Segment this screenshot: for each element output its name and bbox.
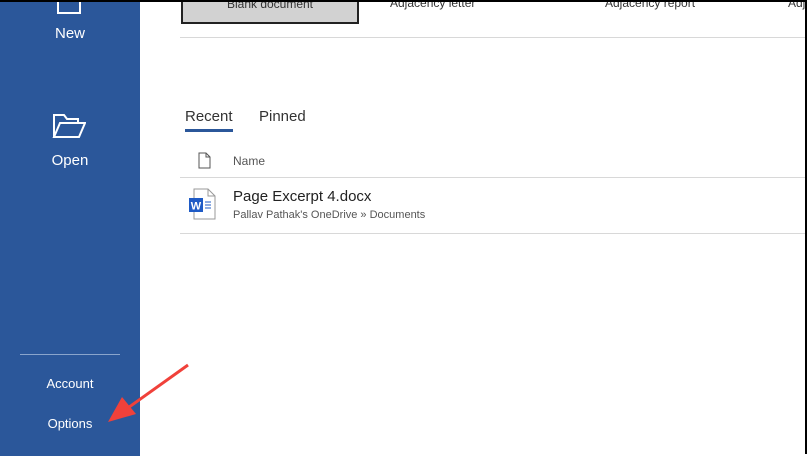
folder-open-icon (52, 114, 86, 138)
new-document-icon (57, 0, 81, 14)
tab-recent[interactable]: Recent (185, 108, 233, 132)
divider (180, 177, 807, 178)
annotation-arrow-icon (108, 363, 189, 422)
word-doc-icon: W (189, 188, 216, 220)
new-label: New (54, 25, 85, 42)
sidebar-divider (20, 354, 120, 355)
file-name: Page Excerpt 4.docx (233, 188, 372, 205)
template-adjacency-report[interactable]: Adjacency report (605, 0, 695, 10)
divider (180, 233, 807, 234)
template-adjacency-letter[interactable]: Adjacency letter (390, 0, 475, 10)
column-header-name[interactable]: Name (233, 154, 265, 168)
new-button[interactable]: New (0, 0, 140, 50)
file-type-icon (198, 152, 211, 169)
main-content: Blank document Adjacency letter Adjacenc… (140, 0, 807, 456)
open-button[interactable]: Open (0, 110, 140, 175)
template-blank-document[interactable]: Blank document (181, 0, 359, 24)
open-label: Open (51, 152, 89, 169)
svg-text:W: W (191, 201, 202, 213)
file-location: Pallav Pathak's OneDrive » Documents (233, 209, 426, 221)
template-adjacency-truncated[interactable]: Adj (788, 0, 805, 10)
divider (180, 37, 807, 38)
recent-file-row[interactable]: W Page Excerpt 4.docx Pallav Pathak's On… (180, 180, 807, 232)
tab-pinned[interactable]: Pinned (259, 108, 306, 125)
